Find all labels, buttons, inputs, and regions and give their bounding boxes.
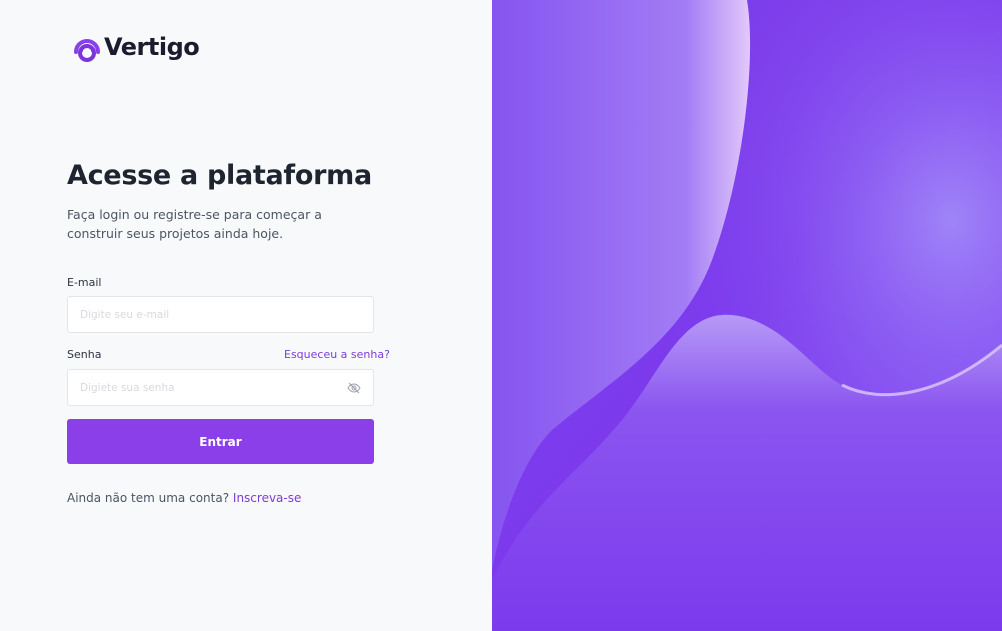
signup-prompt: Ainda não tem uma conta? Inscreva-se bbox=[67, 491, 301, 505]
password-label: Senha bbox=[67, 348, 102, 361]
submit-button[interactable]: Entrar bbox=[67, 419, 374, 464]
decorative-background bbox=[492, 0, 1002, 631]
login-panel: Vertigo Acesse a plataforma Faça login o… bbox=[0, 0, 492, 631]
email-placeholder: Digite seu e-mail bbox=[80, 308, 170, 321]
brand-logo[interactable]: Vertigo bbox=[72, 30, 200, 64]
purple-wave-illustration bbox=[492, 0, 1002, 631]
email-input[interactable]: Digite seu e-mail bbox=[67, 296, 374, 333]
eye-off-icon[interactable] bbox=[347, 381, 361, 395]
forgot-password-link[interactable]: Esqueceu a senha? bbox=[284, 348, 390, 361]
signup-prompt-text: Ainda não tem uma conta? bbox=[67, 491, 230, 505]
password-input[interactable]: Digiete sua senha bbox=[67, 369, 374, 406]
password-placeholder: Digiete sua senha bbox=[80, 381, 175, 394]
email-label: E-mail bbox=[67, 276, 102, 289]
vertigo-logo-icon bbox=[74, 39, 100, 62]
brand-name: Vertigo bbox=[104, 33, 200, 61]
page-title: Acesse a plataforma bbox=[67, 160, 372, 191]
signup-link[interactable]: Inscreva-se bbox=[233, 491, 301, 505]
page-subtitle: Faça login ou registre-se para começar a… bbox=[67, 207, 322, 241]
